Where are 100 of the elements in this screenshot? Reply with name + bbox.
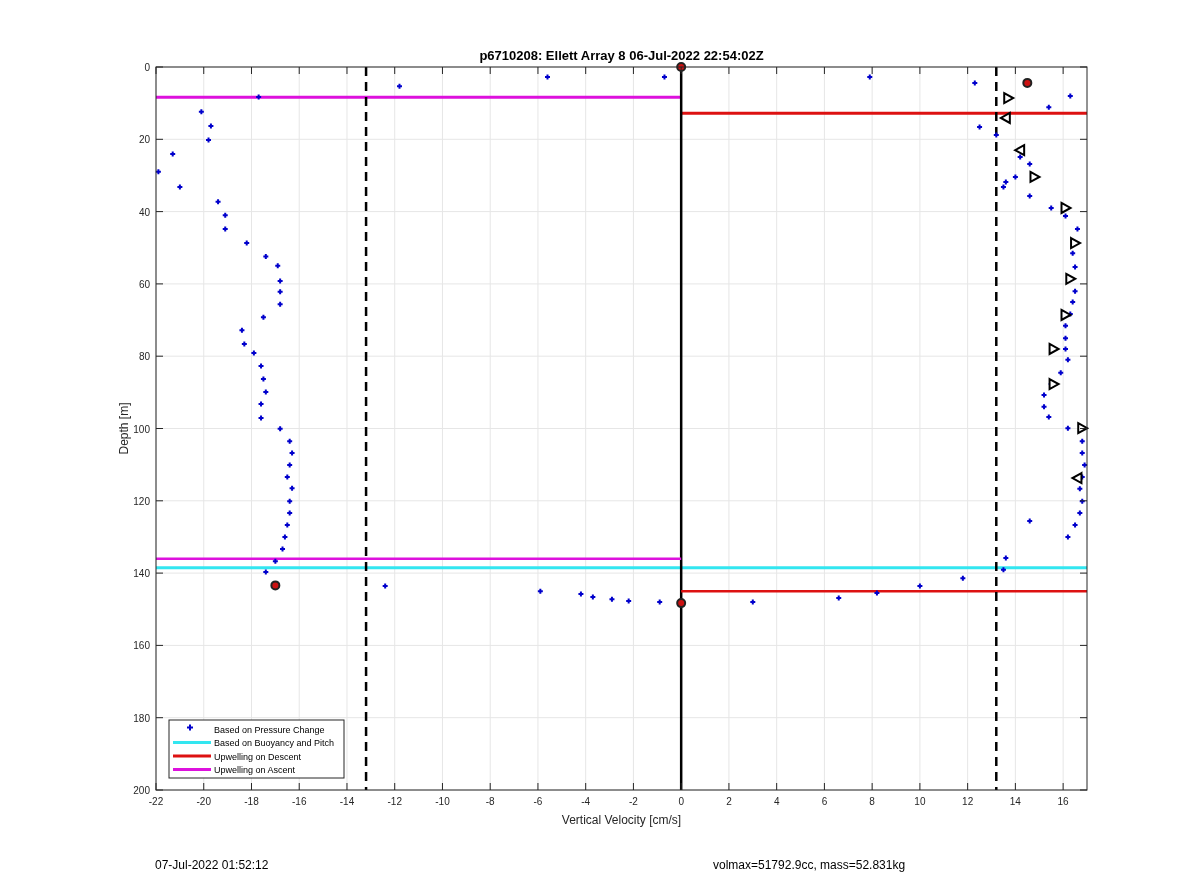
data-point [274, 262, 282, 270]
dot-marker [1022, 77, 1033, 88]
dot-marker [676, 62, 687, 72]
data-point [1026, 160, 1034, 168]
tick-label: -18 [244, 796, 259, 807]
dot-marker [270, 580, 281, 591]
tick-label: 120 [133, 495, 150, 507]
legend-line [173, 754, 211, 758]
data-point [214, 198, 222, 206]
legend-label: Upwelling on Ascent [214, 765, 296, 775]
data-point [1078, 449, 1086, 457]
data-point [577, 590, 585, 598]
tick-label: 6 [821, 796, 828, 807]
data-point [262, 568, 270, 576]
data-point [959, 574, 967, 582]
data-point [169, 150, 177, 158]
tick-label: -14 [339, 796, 355, 807]
data-point [916, 582, 924, 590]
triangle-marker [998, 111, 1011, 125]
data-point [240, 340, 248, 348]
legend-label: Based on Pressure Change [214, 724, 325, 735]
data-point [536, 587, 544, 595]
data-point [176, 183, 184, 191]
data-point [1071, 263, 1079, 271]
data-point [1045, 103, 1053, 111]
data-point [1076, 485, 1084, 493]
data-point [1045, 413, 1053, 421]
triangle-marker [1070, 236, 1083, 250]
data-point [589, 593, 597, 601]
triangle-marker [1048, 377, 1061, 391]
data-point [1026, 517, 1034, 525]
tick-label: -2 [629, 796, 638, 807]
data-point [1002, 554, 1010, 562]
data-point [1026, 192, 1034, 200]
data-point [283, 521, 291, 529]
data-point [259, 375, 267, 383]
tick-label: 14 [1009, 796, 1021, 807]
data-point [660, 73, 668, 81]
data-point [286, 509, 294, 517]
data-point [625, 597, 633, 605]
tick-label: 16 [1057, 796, 1069, 807]
data-point [221, 211, 229, 219]
data-point [281, 533, 289, 541]
data-point [749, 598, 757, 606]
data-point [1078, 497, 1086, 505]
data-point [1081, 461, 1089, 469]
data-point [1078, 437, 1086, 445]
data-point [1062, 322, 1069, 330]
tick-label: 12 [962, 796, 974, 807]
triangle-marker [1065, 272, 1078, 286]
data-point [1066, 92, 1074, 100]
data-point [276, 277, 284, 285]
tick-label: 4 [773, 796, 780, 807]
data-point [1040, 403, 1048, 411]
data-point [262, 252, 270, 260]
data-point [283, 473, 291, 481]
tick-label: 40 [138, 206, 150, 218]
triangle-marker [1060, 201, 1073, 215]
summary-text: volmax=51792.9cc, mass=52.831kg [713, 858, 906, 872]
data-point [288, 484, 296, 492]
data-point [1062, 334, 1069, 342]
data-point [835, 594, 843, 602]
data-point [255, 93, 263, 101]
data-point [154, 168, 162, 176]
data-point [1064, 356, 1072, 364]
data-point [1069, 298, 1077, 306]
data-point [608, 595, 616, 603]
triangle-marker [1029, 170, 1042, 184]
data-point [1047, 204, 1055, 212]
chart-title: p6710208: Ellett Array 8 06-Jul-2022 22:54:02Z [479, 48, 764, 63]
data-point [1071, 521, 1079, 529]
tick-label: -12 [387, 796, 402, 807]
data-point [971, 79, 979, 87]
data-point [257, 362, 265, 370]
tick-label: 80 [138, 351, 150, 363]
data-point [286, 461, 294, 469]
data-point [1064, 533, 1072, 541]
legend-label: Based on Buoyancy and Pitch [214, 738, 335, 748]
legend-line [173, 741, 211, 744]
data-point [286, 497, 294, 505]
data-point [396, 82, 403, 90]
y-axis-label: Depth [m] [117, 402, 131, 455]
tick-label: 8 [869, 796, 875, 807]
data-point [976, 123, 984, 131]
triangle-marker [1060, 308, 1073, 322]
tick-label: 160 [133, 640, 150, 652]
tick-label: 100 [133, 423, 150, 435]
data-point [1073, 225, 1081, 233]
data-point [1071, 287, 1079, 295]
tick-label: 0 [678, 796, 684, 807]
tick-label: 10 [914, 796, 926, 807]
data-point [257, 414, 265, 422]
tick-label: -20 [196, 796, 211, 807]
data-point [205, 136, 212, 144]
data-point [286, 437, 294, 445]
data-point [279, 545, 286, 553]
data-point [262, 388, 270, 396]
tick-label: 20 [138, 134, 150, 146]
triangle-marker [1003, 91, 1016, 105]
tick-label: 180 [133, 712, 150, 724]
